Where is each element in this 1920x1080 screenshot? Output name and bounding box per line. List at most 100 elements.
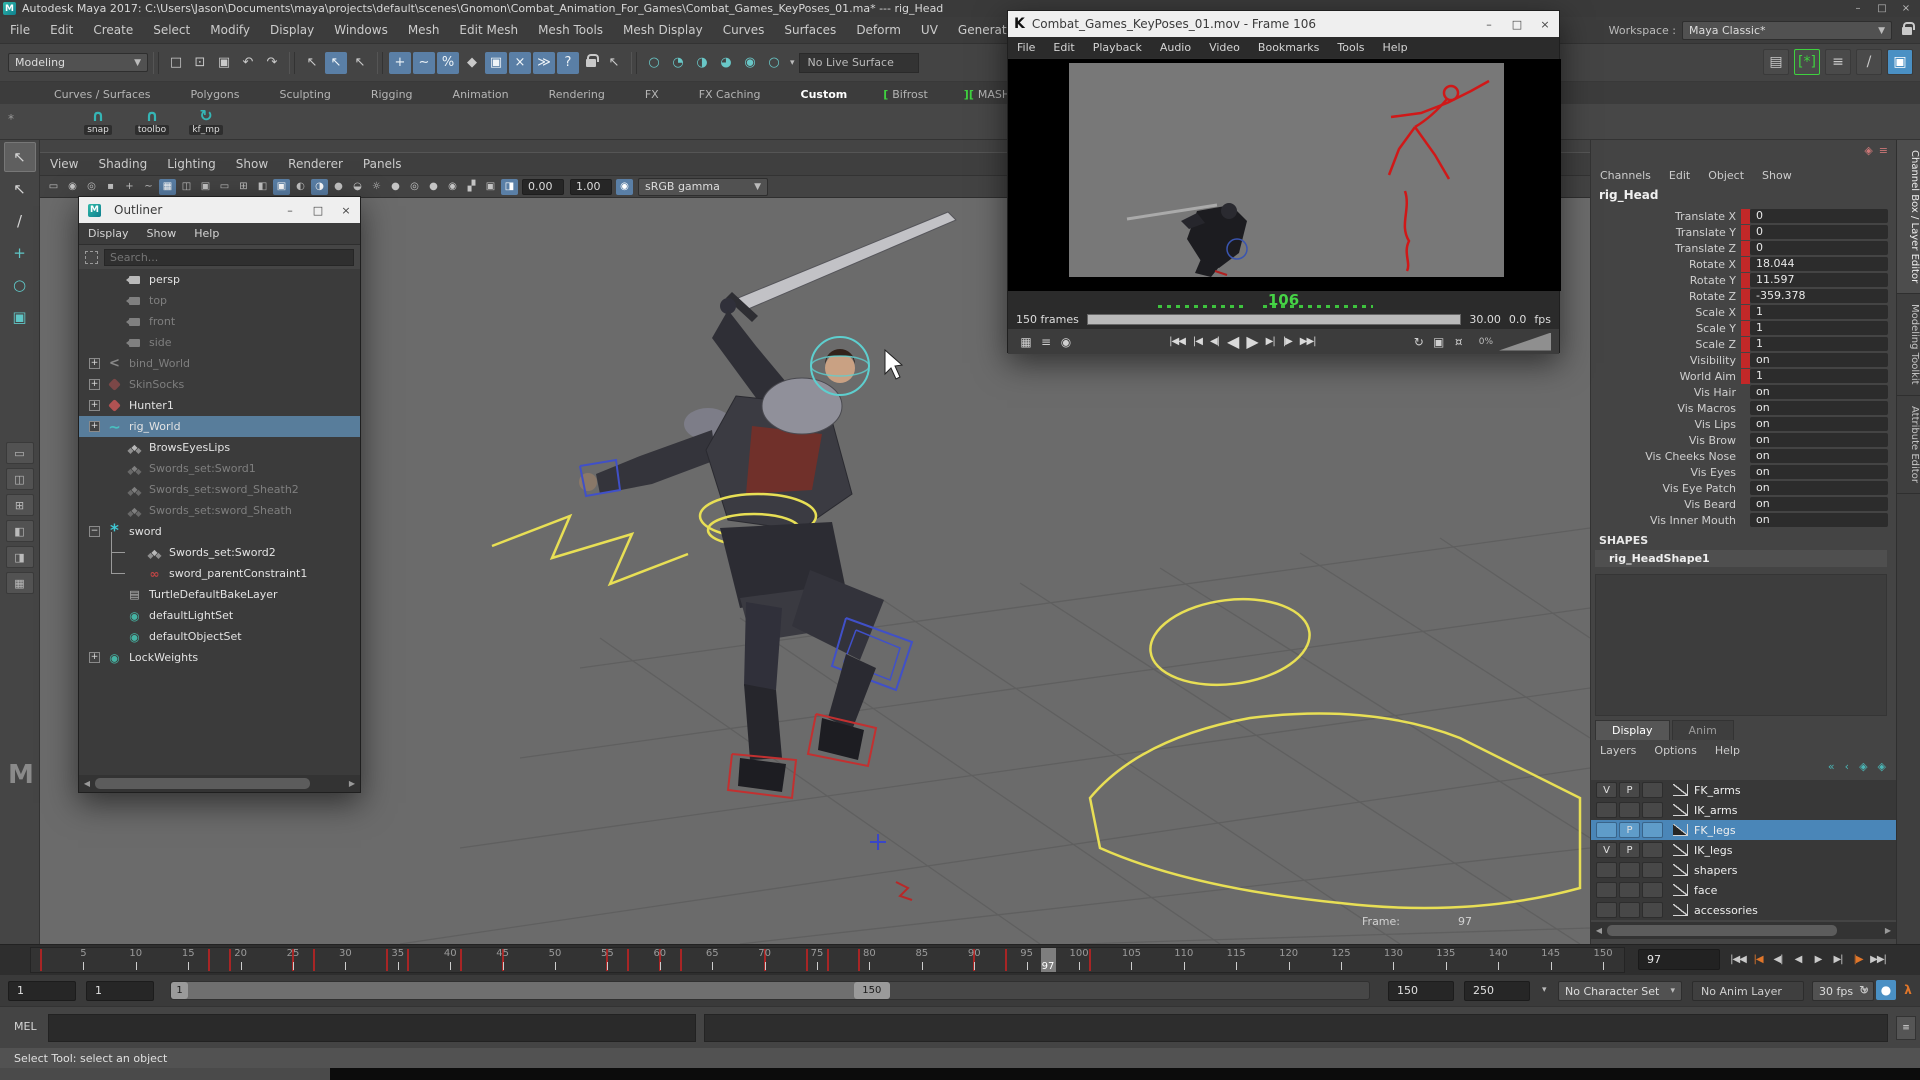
menu-item[interactable]: Edit Mesh xyxy=(449,23,528,37)
snap-icon[interactable]: ▣ xyxy=(485,52,507,74)
playback-button[interactable]: ▶ xyxy=(1808,949,1828,970)
outliner-item[interactable]: Swords_set:sword_Sheath xyxy=(79,500,360,521)
snap-icon[interactable]: ◆ xyxy=(461,52,483,74)
layer-color-swatch[interactable] xyxy=(1642,802,1663,818)
file-icon[interactable]: ▣ xyxy=(213,52,235,74)
viewport-icon[interactable]: ◉ xyxy=(64,179,81,195)
channel-box-icon[interactable]: ◈ xyxy=(1864,144,1872,157)
channel-box-menu-item[interactable]: Show xyxy=(1753,169,1801,182)
side-tab[interactable]: Attribute Editor xyxy=(1897,396,1920,494)
expand-toggle[interactable]: + xyxy=(89,400,100,411)
channel-row[interactable]: Rotate Y 11.597 xyxy=(1591,272,1896,288)
current-frame-marker[interactable]: 97 xyxy=(1041,948,1056,972)
live-surface-field[interactable]: No Live Surface xyxy=(799,53,919,73)
highlight-selection-icon[interactable]: ↖ xyxy=(603,52,625,74)
window-control-button[interactable]: × xyxy=(1531,11,1559,37)
viewport-icon[interactable]: ⊞ xyxy=(235,179,252,195)
outliner-item[interactable]: sword_parentConstraint1 xyxy=(79,563,360,584)
shelf-tab[interactable]: Animation xyxy=(433,85,529,104)
scrollbar-thumb[interactable] xyxy=(1607,925,1837,936)
player-timeline-scrubber[interactable] xyxy=(1087,314,1462,325)
outliner-scrollbar[interactable]: ◀ ▶ xyxy=(79,775,360,792)
layer-visibility-toggle[interactable] xyxy=(1596,902,1617,918)
menu-item[interactable]: Surfaces xyxy=(774,23,846,37)
layer-editor-menu-item[interactable]: Options xyxy=(1645,744,1705,757)
layer-row[interactable]: P FK_legs xyxy=(1591,820,1896,840)
menu-item[interactable]: Mesh xyxy=(398,23,450,37)
range-end-handle[interactable]: 150 xyxy=(854,982,890,999)
selected-object-name[interactable]: rig_Head xyxy=(1599,188,1659,202)
viewport-icon[interactable]: ◎ xyxy=(83,179,100,195)
menu-item[interactable]: Select xyxy=(143,23,200,37)
scroll-right-icon[interactable]: ▶ xyxy=(344,779,360,788)
player-transport-button[interactable]: ▶ xyxy=(1242,332,1261,352)
layer-action-icon[interactable]: ◈ xyxy=(1878,760,1886,773)
menu-item[interactable]: Display xyxy=(260,23,324,37)
window-control-button[interactable]: – xyxy=(276,197,304,223)
shelf-button[interactable]: ↻ kf_mp xyxy=(184,108,228,135)
viewport-icon[interactable]: ◨ xyxy=(501,179,518,195)
channel-row[interactable]: Vis Hair on xyxy=(1591,384,1896,400)
layer-row[interactable]: accessories xyxy=(1591,900,1896,920)
search-input[interactable] xyxy=(104,249,354,266)
selection-mode-icon[interactable]: ↖ xyxy=(349,52,371,74)
channel-value-field[interactable]: 1 xyxy=(1750,369,1888,383)
colorspace-dropdown[interactable]: sRGB gamma▼ xyxy=(638,178,768,196)
expand-toggle[interactable]: + xyxy=(89,379,100,390)
shelf-tab[interactable]: Sculpting xyxy=(259,85,350,104)
shape-node-name[interactable]: rig_HeadShape1 xyxy=(1595,550,1887,567)
layer-editor-menu-item[interactable]: Help xyxy=(1706,744,1749,757)
playback-option-icon[interactable]: ↻ xyxy=(1854,980,1874,1000)
menu-item[interactable]: Modify xyxy=(200,23,260,37)
layer-visibility-toggle[interactable] xyxy=(1596,882,1617,898)
sidebar-toggle-icon[interactable]: ▣ xyxy=(1887,49,1913,75)
viewport-icon[interactable]: ◎ xyxy=(406,179,423,195)
channel-value-field[interactable]: on xyxy=(1750,401,1888,415)
window-control-button[interactable]: – xyxy=(1846,0,1870,16)
outliner-item[interactable]: + SkinSocks xyxy=(79,374,360,395)
viewport-icon[interactable]: ▞ xyxy=(463,179,480,195)
channel-value-field[interactable]: on xyxy=(1750,385,1888,399)
outliner-item[interactable]: Swords_set:sword_Sheath2 xyxy=(79,479,360,500)
player-tool-icon[interactable]: ≡ xyxy=(1036,333,1056,351)
toolbar-separator[interactable] xyxy=(153,52,159,74)
channel-row[interactable]: Vis Macros on xyxy=(1591,400,1896,416)
expand-toggle[interactable]: + xyxy=(89,421,100,432)
tool-icon[interactable]: + xyxy=(4,238,36,268)
outliner-item[interactable]: TurtleDefaultBakeLayer xyxy=(79,584,360,605)
player-option-icon[interactable]: ▣ xyxy=(1429,333,1449,351)
channel-row[interactable]: Rotate X 18.044 xyxy=(1591,256,1896,272)
history-icon[interactable]: ◉ xyxy=(739,52,761,74)
video-area[interactable] xyxy=(1008,59,1561,291)
channel-row[interactable]: Vis Lips on xyxy=(1591,416,1896,432)
player-menu-item[interactable]: Bookmarks xyxy=(1249,41,1328,54)
shelf-tab[interactable]: FX xyxy=(625,85,679,104)
viewport-icon[interactable]: ◐ xyxy=(292,179,309,195)
player-transport-button[interactable]: |◀ xyxy=(1189,332,1206,352)
anim-layer-dropdown[interactable]: No Anim Layer xyxy=(1692,981,1804,1001)
file-icon[interactable]: ⊡ xyxy=(189,52,211,74)
snap-icon[interactable]: % xyxy=(437,52,459,74)
outliner-item[interactable]: defaultObjectSet xyxy=(79,626,360,647)
outliner-item[interactable]: top xyxy=(79,290,360,311)
history-icon[interactable]: ◔ xyxy=(667,52,689,74)
snap-icon[interactable]: + xyxy=(389,52,411,74)
shelf-button[interactable]: ∩ snap xyxy=(76,108,120,135)
channel-value-field[interactable]: -359.378 xyxy=(1750,289,1888,303)
snap-icon[interactable]: ≫ xyxy=(533,52,555,74)
layer-action-icon[interactable]: ‹ xyxy=(1845,760,1849,773)
channel-box-menu-item[interactable]: Edit xyxy=(1660,169,1699,182)
layer-playback-toggle[interactable] xyxy=(1619,882,1640,898)
shelf-tab[interactable]: Custom xyxy=(781,85,868,104)
channel-value-field[interactable]: 0 xyxy=(1750,241,1888,255)
channel-value-field[interactable]: on xyxy=(1750,417,1888,431)
channel-row[interactable]: Translate Y 0 xyxy=(1591,224,1896,240)
sidebar-toggle-icon[interactable]: / xyxy=(1856,49,1882,75)
layer-playback-toggle[interactable] xyxy=(1619,802,1640,818)
layer-color-swatch[interactable] xyxy=(1642,842,1663,858)
viewport-icon[interactable]: ▭ xyxy=(216,179,233,195)
layout-preset-button[interactable]: ◧ xyxy=(6,520,34,542)
sidebar-toggle-icon[interactable]: ≡ xyxy=(1825,49,1851,75)
layout-preset-button[interactable]: ◫ xyxy=(6,468,34,490)
animation-start-field[interactable]: 1 xyxy=(8,981,76,1001)
